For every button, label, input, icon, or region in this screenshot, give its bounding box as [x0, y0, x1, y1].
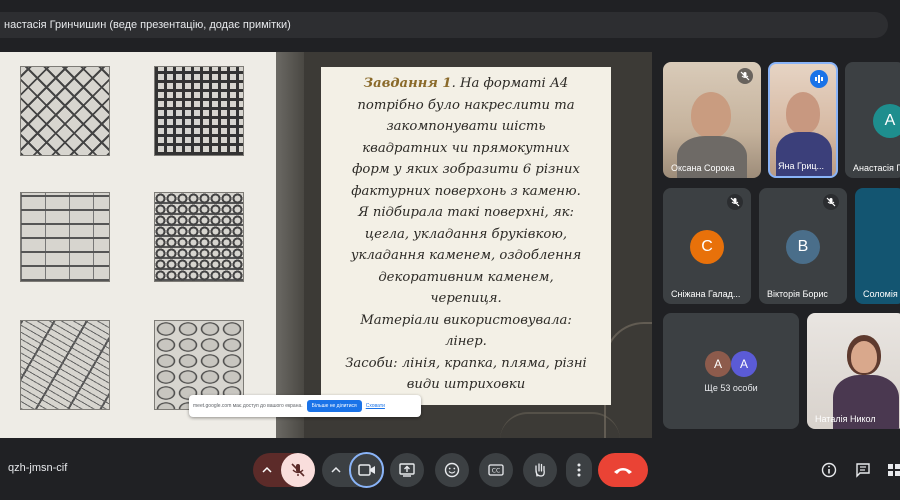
more-participants-tile[interactable]: А А Ще 53 особи — [663, 313, 799, 429]
participant-tile-viktoriia[interactable]: В Вікторія Борис — [759, 188, 847, 304]
slide-line: декоративним каменем, — [378, 269, 554, 285]
speaking-indicator-icon — [810, 70, 828, 88]
slide-line: черепиця. — [430, 291, 502, 306]
slide-line: фактурних поверхонь з каменю. — [351, 183, 581, 199]
meeting-details-button[interactable] — [819, 460, 839, 480]
texture-tile-3 — [20, 192, 110, 282]
participant-tile-snizhana[interactable]: С Сніжана Галад... — [663, 188, 751, 304]
texture-tile-2 — [154, 66, 244, 156]
participant-body — [776, 132, 832, 176]
participant-avatar: А — [873, 104, 900, 138]
presenter-banner: настасія Гринчишин (веде презентацію, до… — [0, 12, 888, 38]
participant-video — [691, 92, 731, 138]
camera-icon — [357, 464, 375, 476]
others-avatar: А — [731, 351, 757, 377]
presenter-banner-text: настасія Гринчишин (веде презентацію, до… — [4, 19, 291, 31]
info-icon — [821, 462, 837, 478]
mic-options-button[interactable] — [253, 453, 281, 487]
participant-tile-anastasia[interactable]: А Анастасія Гр — [845, 62, 900, 178]
texture-tile-5 — [20, 320, 110, 410]
chevron-up-icon — [331, 466, 341, 473]
more-vertical-icon — [577, 463, 581, 477]
hide-notice-link[interactable]: Сховати — [366, 403, 385, 409]
stop-sharing-button[interactable]: Більше не ділитися — [306, 400, 362, 412]
captions-button[interactable]: CC — [479, 453, 513, 487]
mic-off-icon — [823, 194, 839, 210]
chevron-up-icon — [262, 466, 272, 473]
participant-name: Анастасія Гр — [853, 163, 900, 173]
slide-line: цегла, укладання бруківкою, — [364, 226, 568, 242]
closed-captions-icon: CC — [488, 464, 504, 476]
task-label: Завдання 1 — [363, 76, 452, 91]
mic-off-icon — [737, 68, 753, 84]
screen-share-notice: meet.google.com має доступ до вашого екр… — [189, 395, 421, 417]
slide-line: лінер. — [445, 334, 487, 349]
meeting-code: qzh-jmsn-cif — [8, 462, 68, 474]
chat-icon — [856, 463, 870, 478]
more-options-button[interactable] — [566, 453, 592, 487]
slide-line: укладання каменем, оздоблення — [350, 248, 582, 263]
present-screen-button[interactable] — [390, 453, 424, 487]
slide-line: Я підбирала такі поверхні, як: — [358, 205, 574, 220]
slide-divider — [276, 52, 304, 438]
participant-name: Яна Гриц... — [778, 161, 825, 171]
slide-line: види штриховки — [406, 377, 526, 392]
end-call-button[interactable] — [598, 453, 648, 487]
texture-tile-1 — [20, 66, 110, 156]
participant-name: Оксана Сорока — [671, 163, 735, 173]
participant-face — [851, 341, 877, 373]
participant-avatar: С — [690, 230, 724, 264]
participant-name: Сніжана Галад... — [671, 289, 741, 299]
slide-line: форм у яких зобразити 6 різних — [352, 162, 580, 177]
participant-name: Вікторія Борис — [767, 289, 828, 299]
hang-up-icon — [614, 468, 632, 474]
participant-tile-oksana[interactable]: Оксана Сорока — [663, 62, 761, 178]
svg-text:CC: CC — [492, 468, 500, 475]
mic-off-icon — [291, 463, 305, 477]
slide-line: закомпонувати шість — [386, 119, 546, 134]
participant-name: Наталія Никол — [815, 414, 876, 424]
others-avatar: А — [705, 351, 731, 377]
more-participants-label: Ще 53 особи — [704, 383, 758, 393]
presentation-stage: Завдання 1. На форматі А4 потрібно було … — [0, 52, 652, 438]
share-notice-text: meet.google.com має доступ до вашого екр… — [193, 403, 303, 409]
slide-line: Засоби: лінія, крапка, пляма, різні — [345, 355, 587, 371]
camera-options-button[interactable] — [322, 453, 349, 487]
participant-avatar: В — [786, 230, 820, 264]
mic-off-icon — [727, 194, 743, 210]
chat-button[interactable] — [853, 460, 873, 480]
microphone-toggle-button[interactable] — [281, 453, 315, 487]
ornament-decoration-bottom — [500, 412, 620, 438]
emoji-icon — [444, 462, 460, 478]
meet-window: настасія Гринчишин (веде презентацію, до… — [0, 0, 900, 500]
slide-text-card: Завдання 1. На форматі А4 потрібно було … — [321, 67, 611, 405]
activities-button[interactable] — [884, 460, 900, 480]
texture-tile-4 — [154, 192, 244, 282]
participant-name: Соломія — [863, 289, 898, 299]
grid-icon — [888, 464, 900, 476]
control-bar: qzh-jmsn-cif CC — [0, 440, 900, 500]
slide-line: потрібно було накреслити та — [357, 97, 575, 113]
participant-video — [786, 92, 820, 134]
slide-line: квадратних чи прямокутних — [362, 140, 570, 156]
slide-line: . На форматі А4 — [451, 76, 569, 91]
raise-hand-button[interactable] — [523, 453, 557, 487]
texture-sketch-sheet — [0, 52, 276, 438]
hand-icon — [535, 463, 545, 477]
slide-line: Матеріали використовувала: — [360, 312, 572, 328]
participant-tile-yana[interactable]: Яна Гриц... — [768, 62, 838, 178]
camera-control-group — [322, 452, 384, 488]
reactions-button[interactable] — [435, 453, 469, 487]
participant-tile-nataliia[interactable]: Наталія Никол — [807, 313, 900, 429]
present-screen-icon — [399, 463, 415, 477]
camera-toggle-button[interactable] — [349, 452, 384, 488]
participant-tile-solomiia[interactable]: Соломія — [855, 188, 900, 304]
mic-control-group — [253, 453, 315, 487]
